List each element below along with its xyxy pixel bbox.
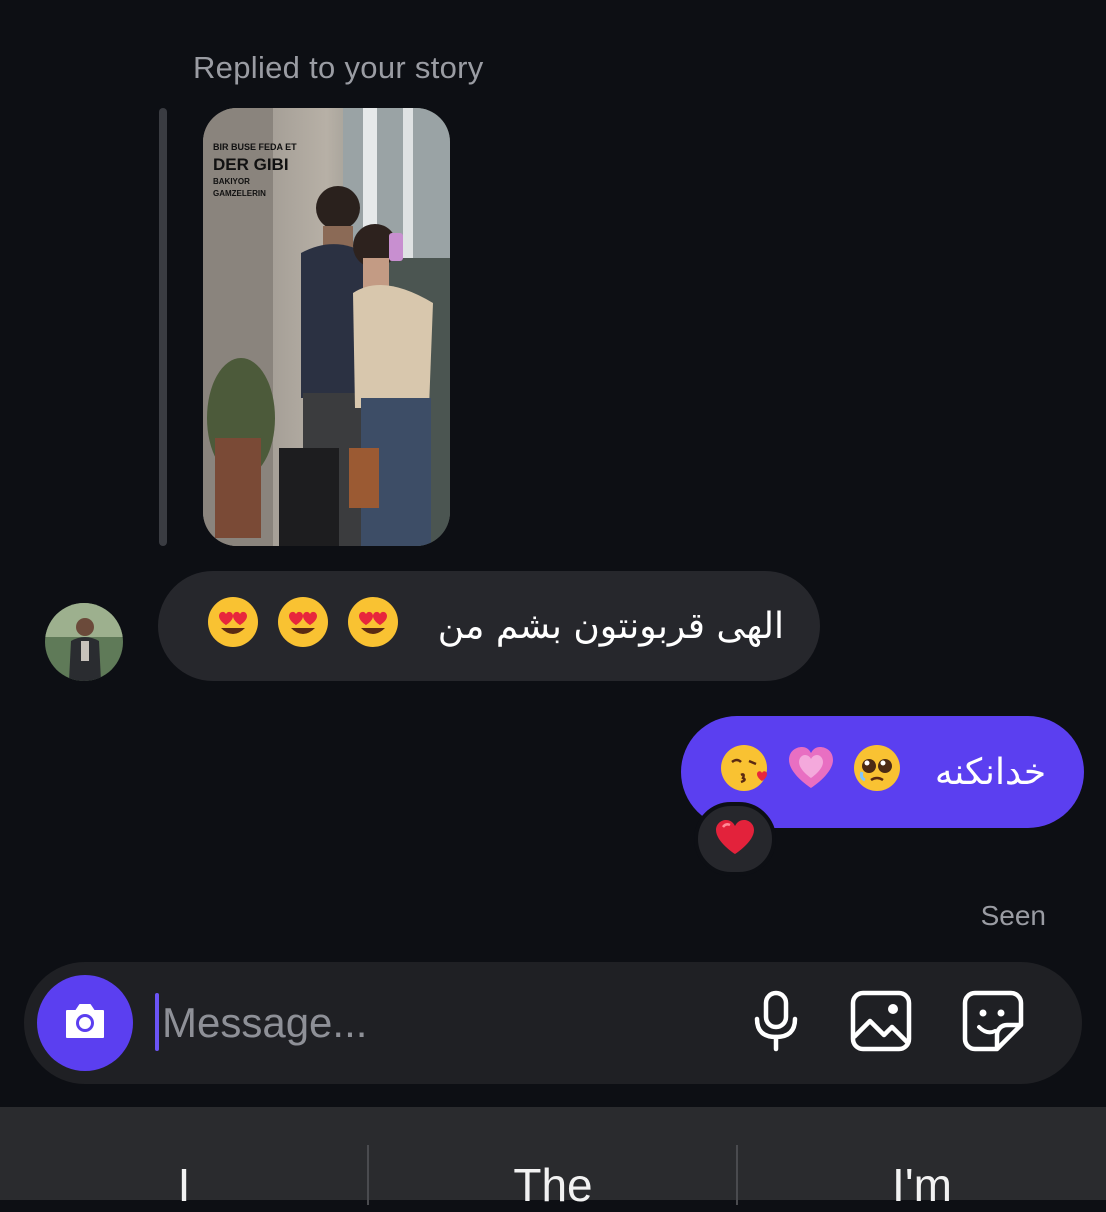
incoming-message-text: الهی قربونتون بشم من xyxy=(437,605,784,647)
sticker-icon xyxy=(961,989,1025,1058)
camera-button[interactable] xyxy=(37,975,133,1071)
reply-indicator-bar xyxy=(159,108,167,546)
message-input[interactable] xyxy=(160,990,724,1056)
red-heart-icon xyxy=(715,819,755,860)
microphone-icon xyxy=(751,989,801,1058)
suggestion-label: I xyxy=(177,1159,191,1211)
gallery-button[interactable] xyxy=(848,990,914,1056)
pleading-face-emoji xyxy=(851,742,903,803)
suggestion-label: The xyxy=(513,1159,593,1211)
message-composer xyxy=(24,962,1082,1084)
suggestion-label: I'm xyxy=(892,1159,952,1211)
incoming-message-bubble[interactable]: الهی قربونتون بشم من xyxy=(158,571,820,681)
kiss-face-emoji xyxy=(719,742,771,803)
story-text-line1: BIR BUSE FEDA ET xyxy=(213,142,297,152)
story-text-line2: DER GIBI xyxy=(213,155,289,174)
heart-eyes-emoji xyxy=(206,595,260,658)
avatar[interactable] xyxy=(45,603,123,681)
gallery-icon xyxy=(849,989,913,1058)
keyboard-suggestion-bar: I The I'm xyxy=(0,1107,1106,1211)
story-thumbnail[interactable]: BIR BUSE FEDA ET DER GIBI BAKIYOR GAMZEL… xyxy=(203,108,450,546)
heart-eyes-emoji xyxy=(346,595,400,658)
story-text-line3: BAKIYOR xyxy=(213,177,250,186)
text-caret xyxy=(155,993,159,1051)
heart-eyes-emoji xyxy=(276,595,330,658)
growing-heart-emoji xyxy=(785,742,837,803)
story-text-line4: GAMZELERIN xyxy=(213,189,266,198)
outgoing-message-text: خدانکنه xyxy=(934,751,1047,793)
sticker-button[interactable] xyxy=(960,990,1026,1056)
microphone-button[interactable] xyxy=(743,990,809,1056)
suggestion-item[interactable]: I'm xyxy=(738,1107,1106,1211)
outgoing-message-row: خدانکنه xyxy=(719,742,1046,803)
reply-caption: Replied to your story xyxy=(193,50,484,85)
camera-icon xyxy=(63,1001,107,1046)
message-reaction[interactable] xyxy=(694,802,776,876)
incoming-message-row: الهی قربونتون بشم من xyxy=(206,595,784,658)
suggestion-item[interactable]: I xyxy=(0,1107,368,1211)
seen-status: Seen xyxy=(980,900,1046,931)
suggestion-item[interactable]: The xyxy=(369,1107,737,1211)
